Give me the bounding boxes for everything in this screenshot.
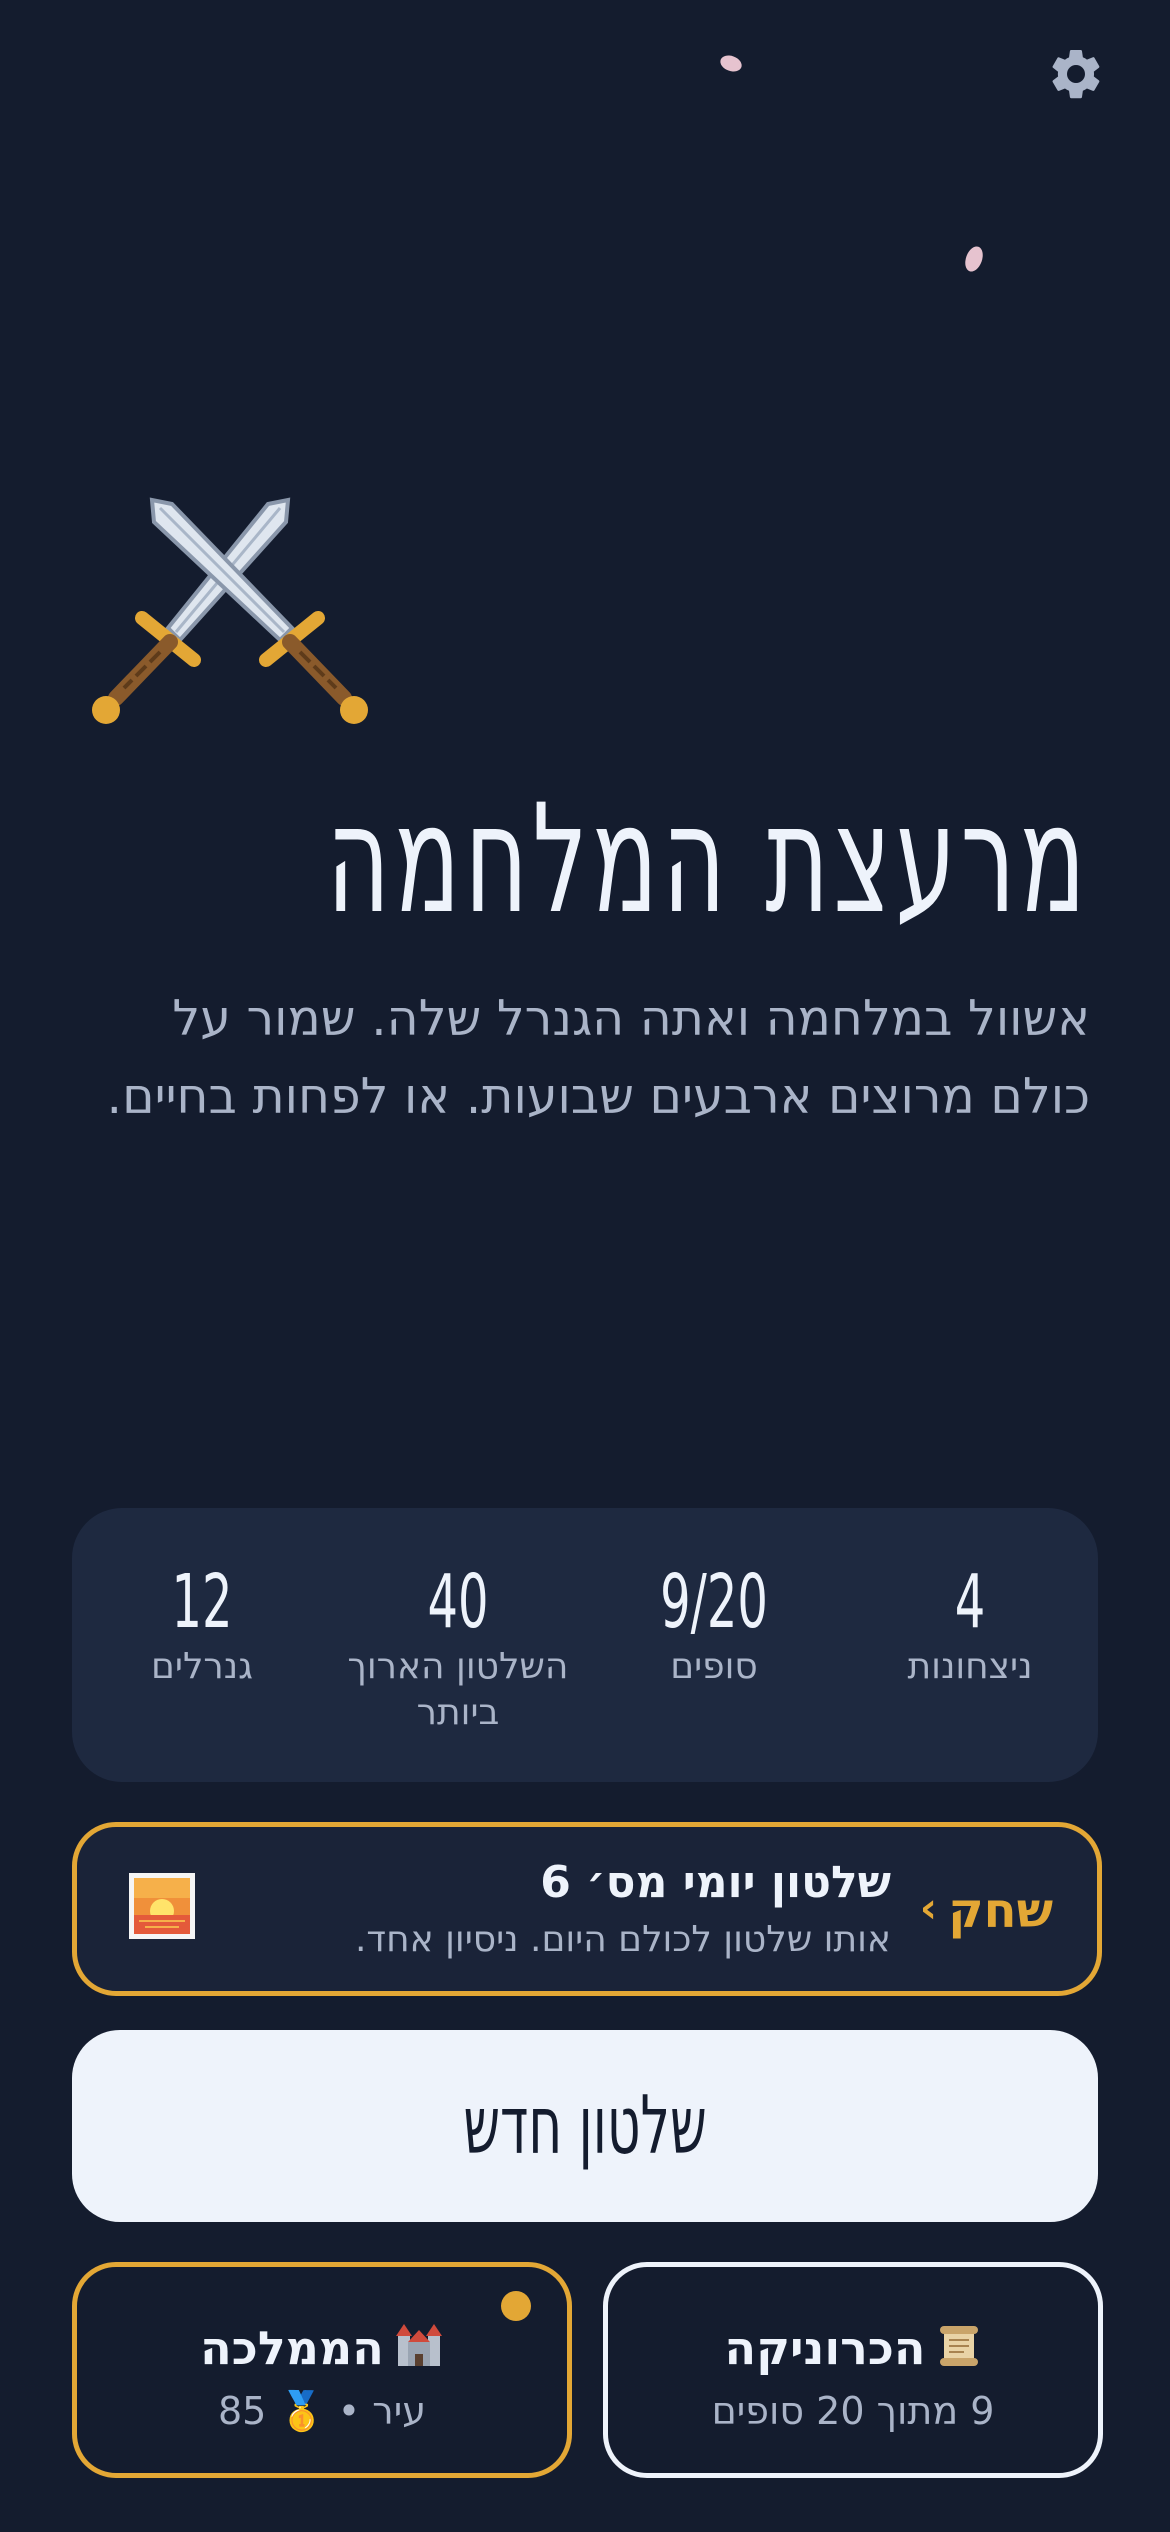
stats-panel: 4 ניצחונות 9/20 סופים 40 השלטון הארוך בי…: [72, 1508, 1098, 1782]
castle-icon: [394, 2322, 444, 2379]
kingdom-button[interactable]: הממלכה עיר • 🥇 85: [72, 2262, 572, 2478]
decorative-spark: [962, 244, 986, 274]
daily-title: שלטון יומי מס׳ 6: [540, 1857, 891, 1908]
stat-endings: 9/20 סופים: [586, 1508, 842, 1690]
stat-value: 40: [427, 1559, 489, 1645]
stat-longest-reign: 40 השלטון הארוך ביותר: [330, 1508, 586, 1736]
page-subtitle: אשוול במלחמה ואתה הגנרל שלה. שמור על כול…: [106, 990, 1090, 1125]
daily-play-label: שחק: [948, 1883, 1053, 1939]
daily-reign-button[interactable]: שחק ‹ שלטון יומי מס׳ 6 אותו שלטון לכולם …: [72, 1822, 1102, 1996]
notification-dot: [501, 2291, 531, 2321]
chronicle-subtitle: 9 מתוך 20 סופים: [711, 2389, 995, 2433]
stat-generals: 12 גנרלים: [74, 1508, 330, 1690]
crossed-swords-icon: [92, 497, 368, 724]
decorative-spark: [718, 52, 744, 75]
stat-label: סופים: [670, 1646, 758, 1687]
kingdom-subtitle: עיר • 🥇 85: [217, 2389, 427, 2433]
kingdom-title-row: הממלכה: [77, 2321, 567, 2379]
chevron-left-icon: ‹: [919, 1883, 937, 1932]
sunrise-icon: [129, 1873, 195, 1939]
stat-value: 12: [171, 1559, 233, 1645]
page-title: מרעצת המלחמה: [326, 773, 1090, 947]
scroll-icon: [936, 2322, 982, 2379]
stat-value: 4: [954, 1559, 986, 1645]
chronicle-button[interactable]: הכרוניקה 9 מתוך 20 סופים: [603, 2262, 1103, 2478]
chronicle-title: הכרוניקה: [724, 2321, 926, 2375]
stat-label: השלטון הארוך ביותר: [347, 1646, 569, 1733]
gear-icon[interactable]: [1046, 44, 1106, 104]
stat-wins: 4 ניצחונות: [842, 1508, 1098, 1690]
daily-subtitle: אותו שלטון לכולם היום. ניסיון אחד.: [354, 1919, 891, 1960]
new-reign-button[interactable]: שלטון חדש: [72, 2030, 1098, 2222]
stat-label: גנרלים: [151, 1646, 253, 1687]
kingdom-title: הממלכה: [200, 2321, 384, 2375]
stat-value: 9/20: [660, 1559, 768, 1645]
stat-label: ניצחונות: [907, 1646, 1033, 1687]
chronicle-title-row: הכרוניקה: [608, 2321, 1098, 2379]
new-reign-label: שלטון חדש: [463, 2079, 707, 2172]
